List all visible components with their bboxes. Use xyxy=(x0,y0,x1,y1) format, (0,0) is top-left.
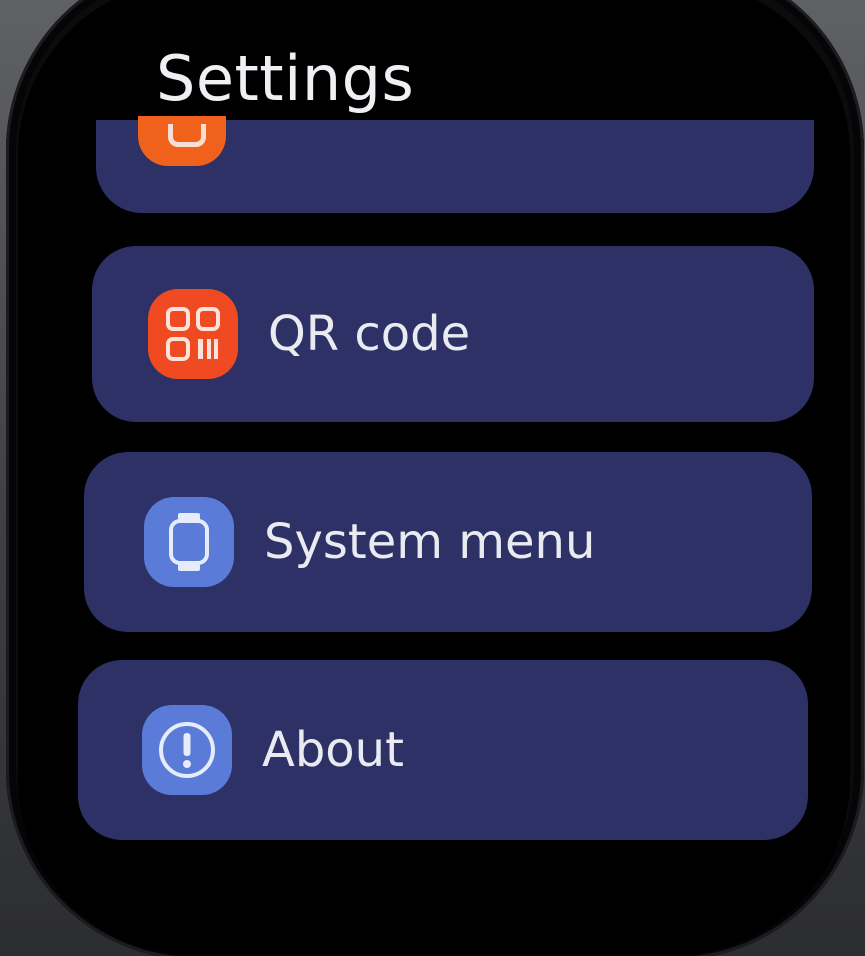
menu-item-label: About xyxy=(262,722,404,778)
watch-screen: Settings QR code System menu About xyxy=(18,0,850,955)
watch-photo: Settings QR code System menu About xyxy=(0,0,865,956)
watch-icon xyxy=(144,497,234,587)
qr-code-icon xyxy=(148,289,238,379)
info-exclamation-icon xyxy=(142,705,232,795)
menu-item-label: System menu xyxy=(264,514,596,570)
settings-item-icon xyxy=(138,116,226,166)
page-title: Settings xyxy=(156,42,415,115)
menu-item-qr-code[interactable]: QR code xyxy=(92,246,814,422)
menu-item-label: QR code xyxy=(268,306,471,362)
menu-item-about[interactable]: About xyxy=(78,660,808,840)
menu-item-system-menu[interactable]: System menu xyxy=(84,452,812,632)
